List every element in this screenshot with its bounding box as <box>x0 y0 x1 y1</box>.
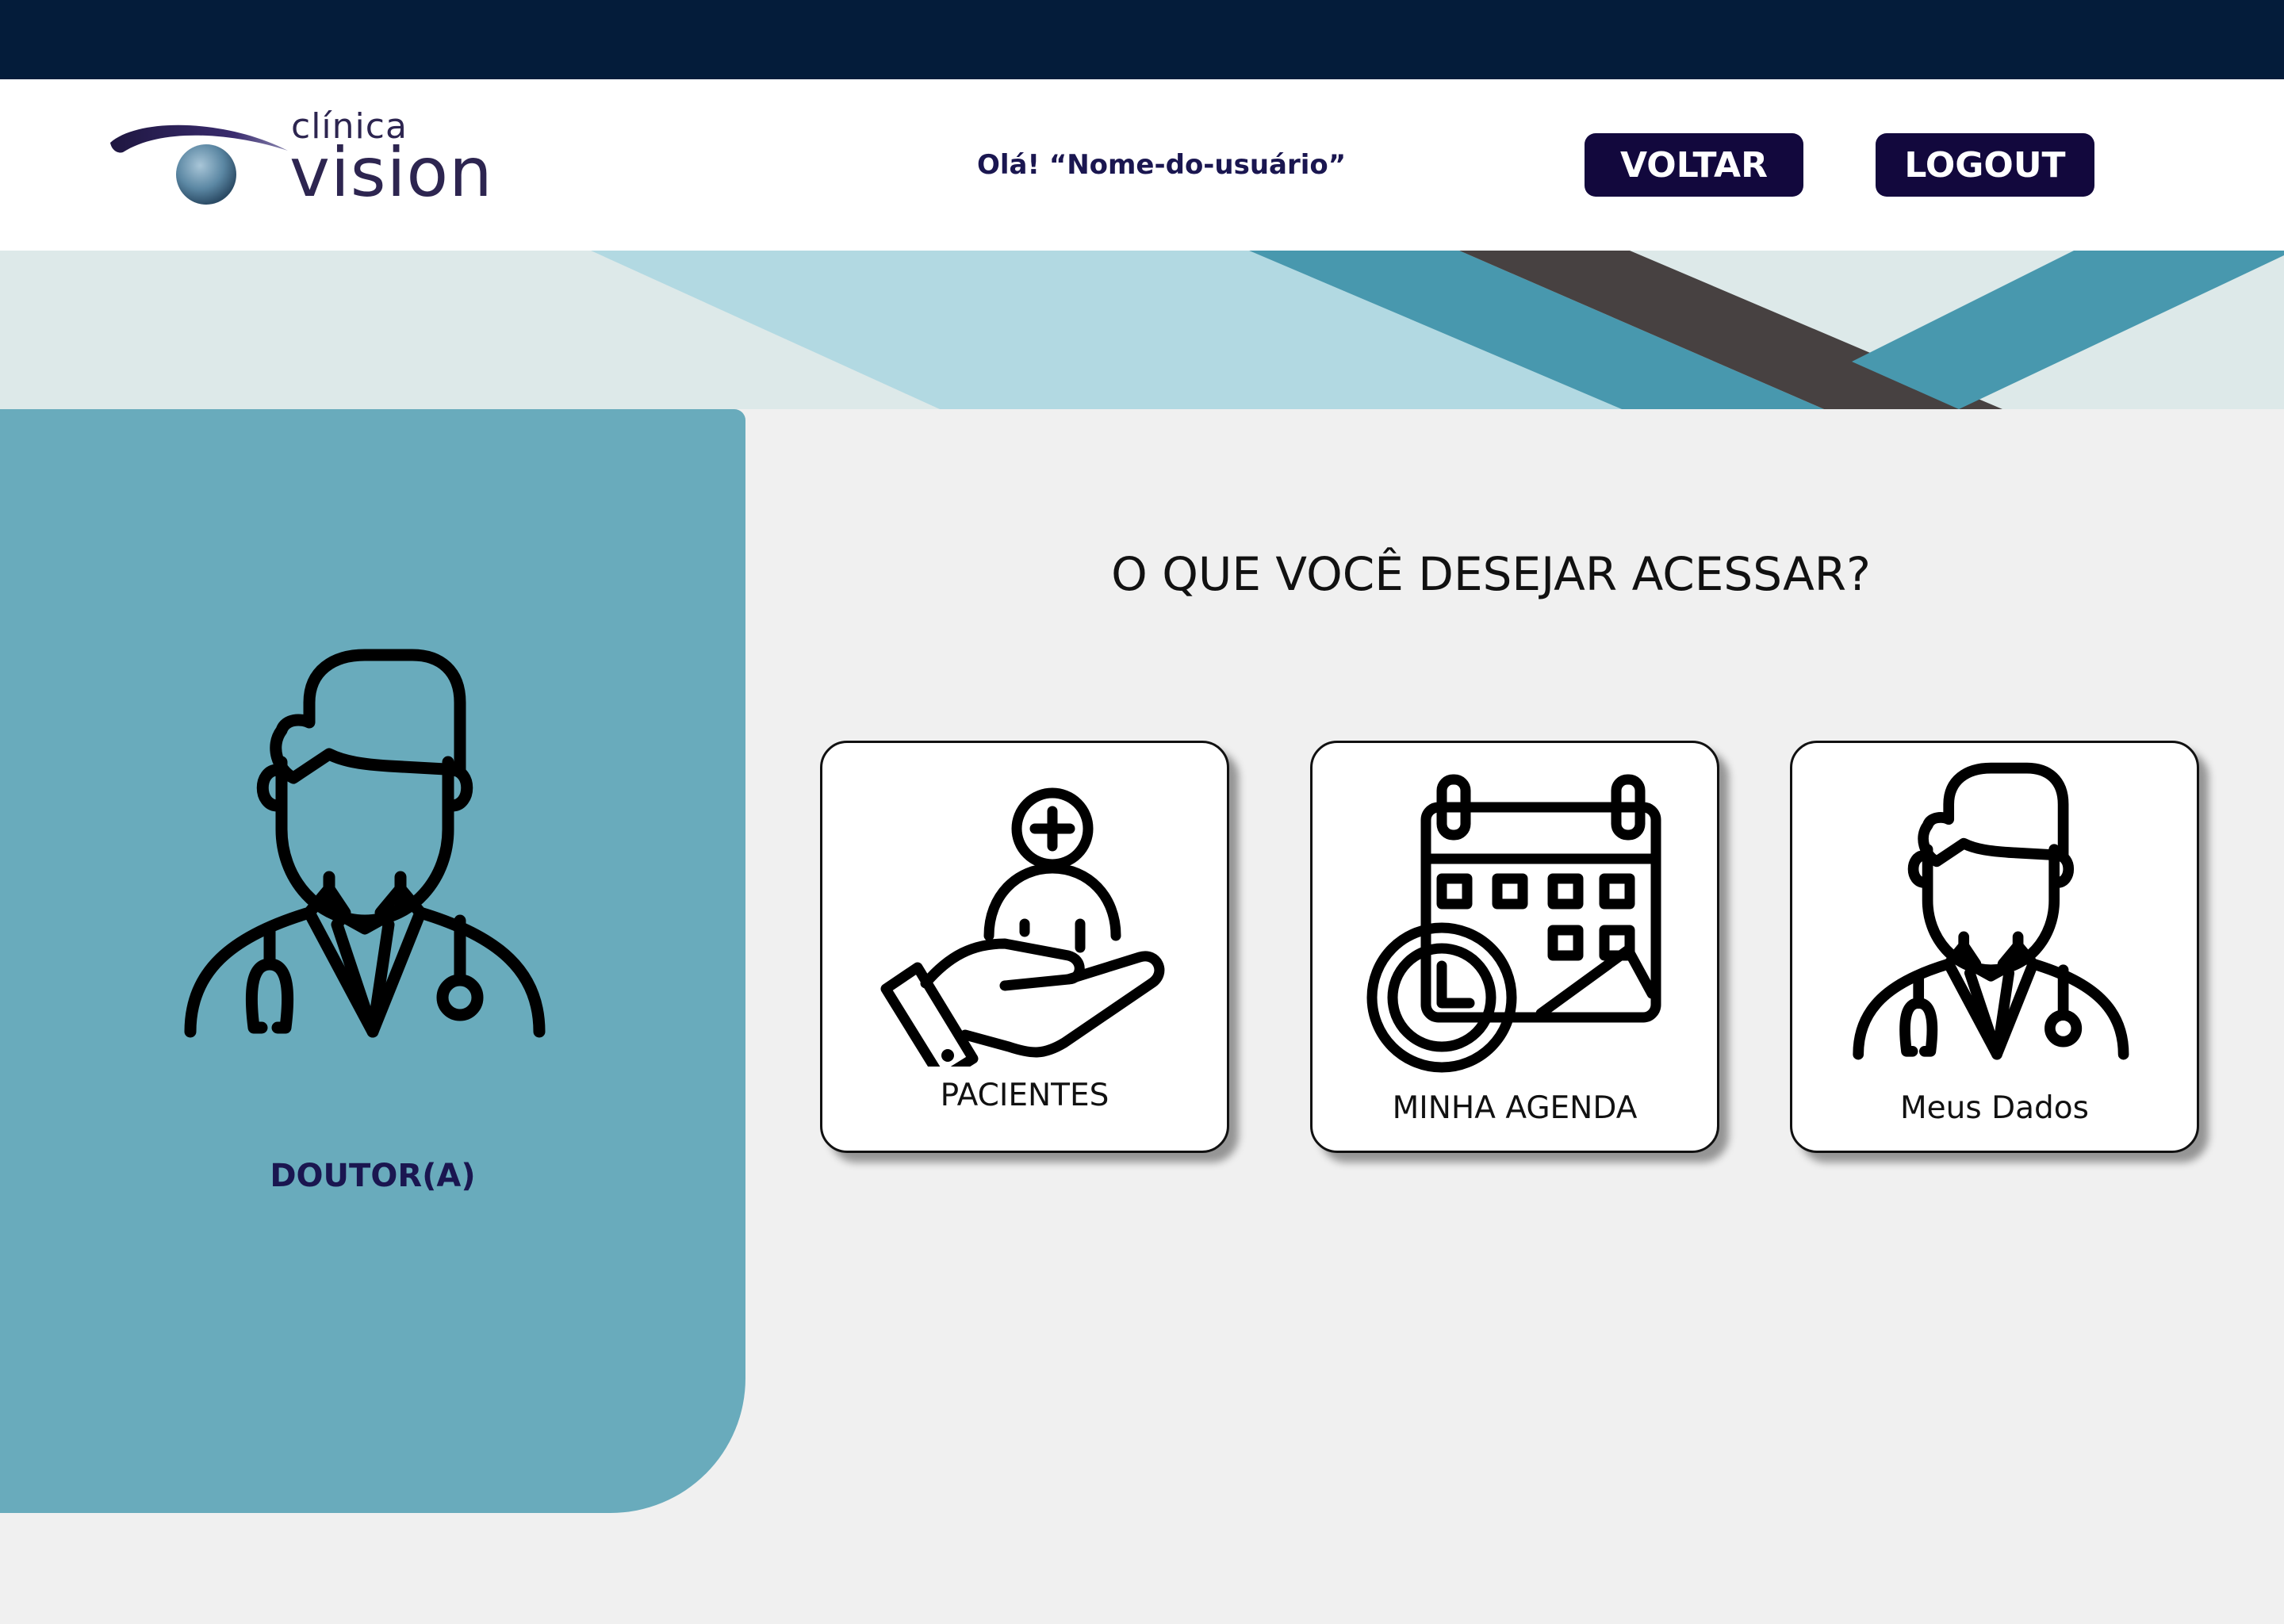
decorative-banner <box>0 251 2284 409</box>
clinic-logo[interactable]: clínica vision <box>107 103 492 222</box>
top-bar <box>0 0 2284 79</box>
patient-care-icon <box>880 787 1165 1067</box>
patients-label: PACIENTES <box>940 1078 1109 1113</box>
schedule-label: MINHA AGENDA <box>1392 1090 1638 1126</box>
page-title: O QUE VOCÊ DESEJAR ACESSAR? <box>1111 547 1871 601</box>
role-label: DOUTOR(A) <box>270 1158 476 1194</box>
logout-button[interactable]: LOGOUT <box>1876 133 2094 197</box>
schedule-card[interactable]: MINHA AGENDA <box>1310 741 1719 1153</box>
role-panel <box>0 409 745 1513</box>
doctor-icon <box>1853 762 2129 1060</box>
doctor-icon <box>184 649 546 1038</box>
logo-big-text: vision <box>289 133 493 213</box>
calendar-clock-icon <box>1366 774 1661 1073</box>
user-greeting: Olá! “Nome-do-usuário” <box>977 149 1347 181</box>
my-data-label: Meus Dados <box>1900 1090 2089 1126</box>
eye-logo-icon <box>110 124 288 205</box>
back-button[interactable]: VOLTAR <box>1585 133 1803 197</box>
patients-card[interactable]: PACIENTES <box>820 741 1229 1153</box>
my-data-card[interactable]: Meus Dados <box>1790 741 2199 1153</box>
